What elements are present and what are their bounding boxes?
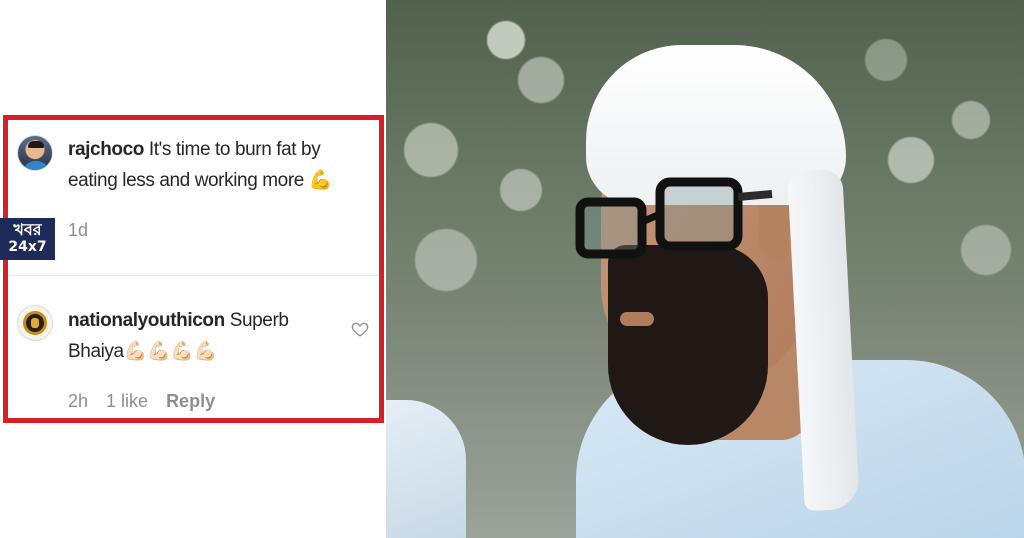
comment-body: nationalyouthicon Superb Bhaiya💪🏻💪🏻💪🏻💪🏻 xyxy=(68,305,348,367)
emblem-avatar[interactable] xyxy=(17,305,53,341)
comment-time: 2h xyxy=(68,391,89,411)
glasses-icon xyxy=(575,177,773,259)
watermark-line-1: খবর xyxy=(13,220,42,239)
comment-body: rajchoco It's time to burn fat by eating… xyxy=(68,134,348,196)
comment-meta: 1d xyxy=(68,220,88,241)
reply-button[interactable]: Reply xyxy=(166,391,215,412)
comment-item: rajchoco It's time to burn fat by eating… xyxy=(8,120,379,275)
comment-item: nationalyouthicon Superb Bhaiya💪🏻💪🏻💪🏻💪🏻 … xyxy=(8,275,379,423)
comment-username[interactable]: rajchoco xyxy=(68,139,144,160)
heart-icon[interactable] xyxy=(351,320,369,338)
screenshot-stage: rajchoco It's time to burn fat by eating… xyxy=(0,0,1024,538)
highlighted-comments-box: rajchoco It's time to burn fat by eating… xyxy=(3,115,384,423)
comment-likes[interactable]: 1 like xyxy=(106,391,148,412)
photo-mouth xyxy=(620,312,654,326)
watermark-line-2: 24x7 xyxy=(8,239,47,255)
comment-username[interactable]: nationalyouthicon xyxy=(68,310,225,331)
user-avatar[interactable] xyxy=(17,135,53,171)
photo-shirt-fragment xyxy=(386,400,466,538)
comment-time: 1d xyxy=(68,220,89,240)
comment-meta: 2h 1 like Reply xyxy=(68,391,215,412)
watermark-badge: খবর 24x7 xyxy=(0,218,55,260)
comment-panel: rajchoco It's time to burn fat by eating… xyxy=(0,0,386,538)
man-with-white-headscarf-photo xyxy=(386,0,1024,538)
